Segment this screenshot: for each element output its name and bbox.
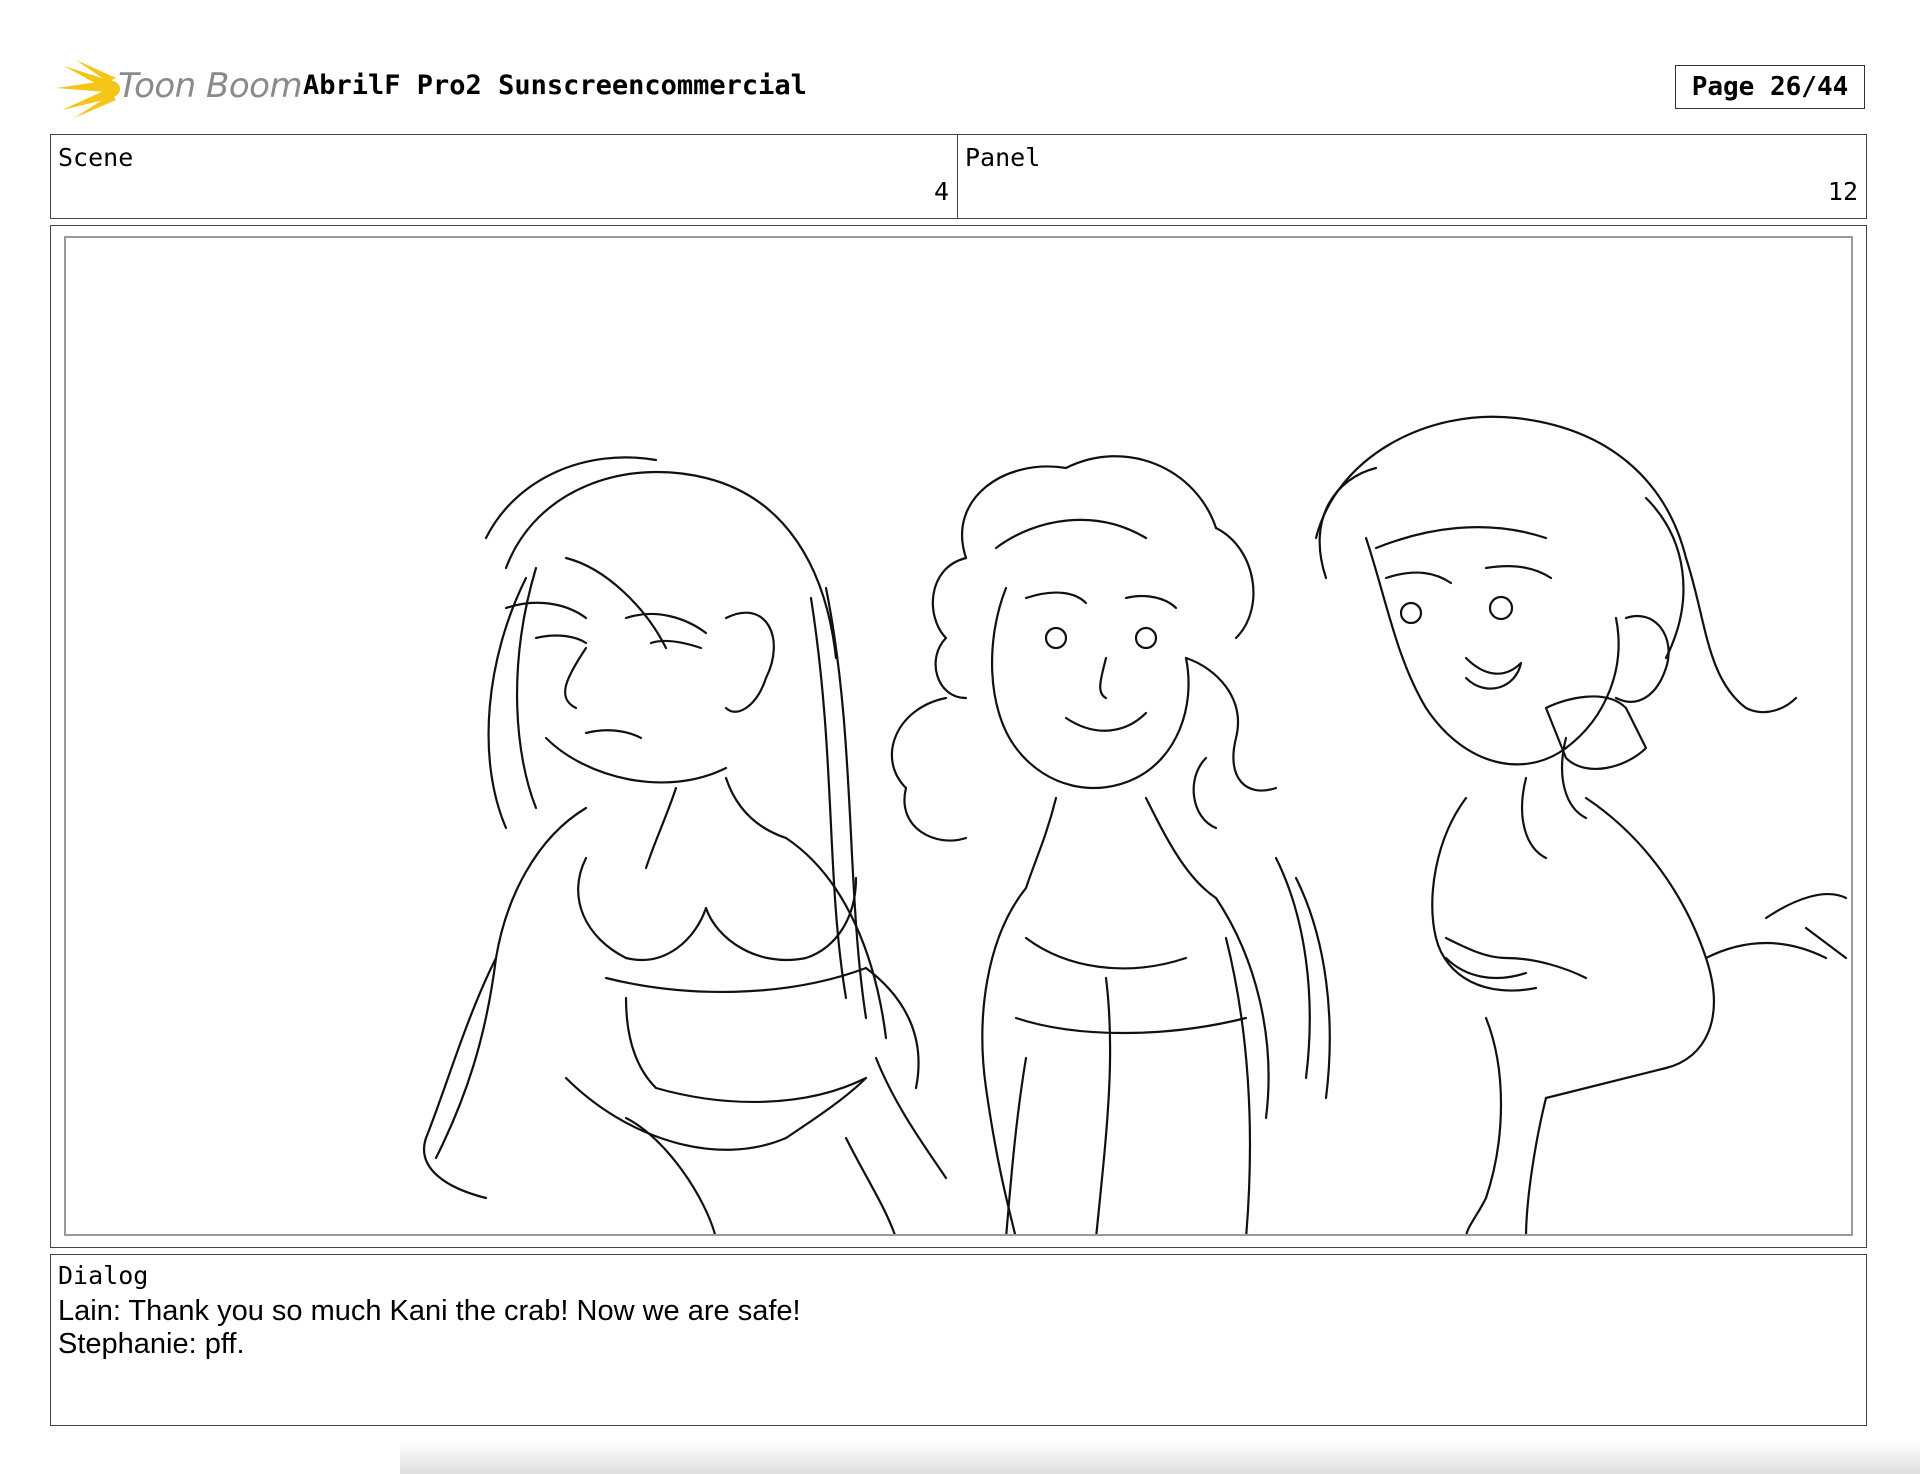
panel-number: 12 <box>1827 177 1858 206</box>
scene-label: Scene <box>58 143 134 172</box>
dialog-line: Lain: Thank you so much Kani the crab! N… <box>58 1295 801 1327</box>
logo-text: Toon Boom <box>118 66 303 106</box>
storyboard-image-frame <box>50 225 1867 1248</box>
left-character-sketch <box>423 456 948 1234</box>
project-title: AbrilF Pro2 Sunscreencommercial <box>303 70 807 101</box>
storyboard-panel <box>64 236 1853 1236</box>
middle-character-sketch <box>890 455 1331 1234</box>
dialog-text: Lain: Thank you so much Kani the crab! N… <box>58 1295 801 1361</box>
scene-cell: Scene 4 <box>51 135 958 218</box>
page-header: Toon Boom AbrilF Pro2 Sunscreencommercia… <box>0 0 1920 130</box>
scene-panel-info: Scene 4 Panel 12 <box>50 134 1867 219</box>
scene-number: 4 <box>933 177 949 206</box>
right-character-sketch <box>1314 415 1848 1234</box>
dialog-label: Dialog <box>58 1261 149 1290</box>
panel-cell: Panel 12 <box>958 135 1866 218</box>
dialog-box: Dialog Lain: Thank you so much Kani the … <box>50 1254 1867 1426</box>
sketch-drawing <box>423 415 1848 1234</box>
page-indicator: Page 26/44 <box>1675 65 1865 109</box>
panel-label: Panel <box>965 143 1041 172</box>
dialog-line: Stephanie: pff. <box>58 1328 245 1360</box>
page-bottom-shadow <box>400 1440 1920 1474</box>
